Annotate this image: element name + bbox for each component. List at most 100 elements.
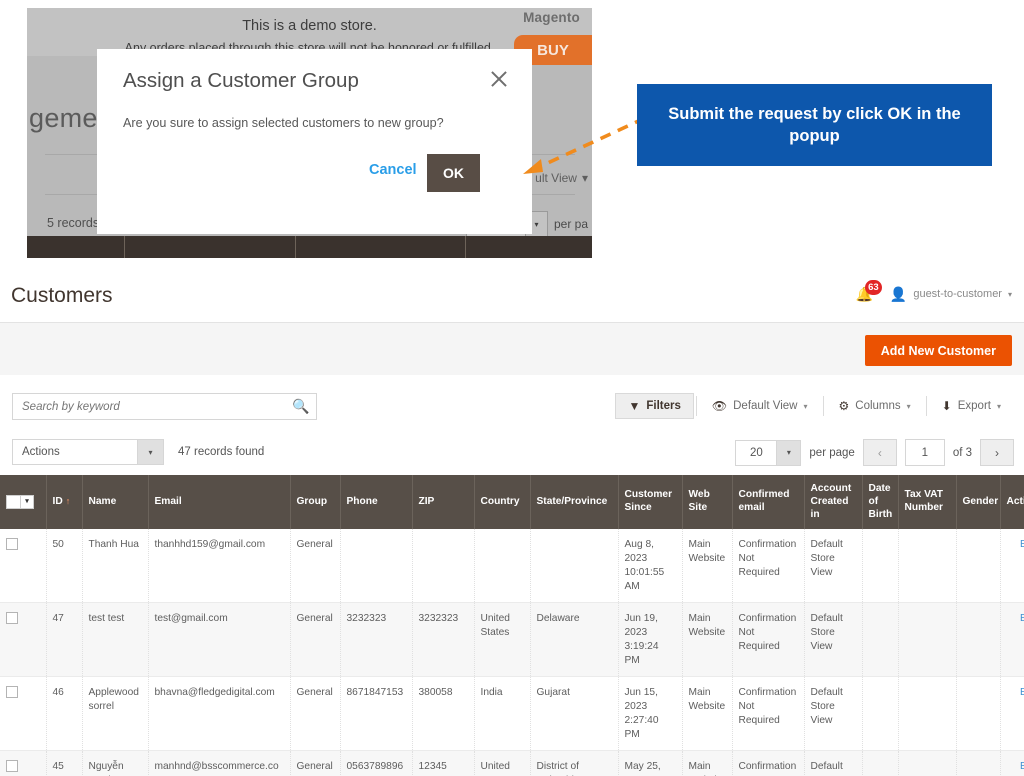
download-icon: ⬇ [941,399,952,413]
column-header-gender[interactable]: Gender [956,475,1001,530]
cell-action[interactable]: Edit [1000,602,1024,678]
modal-message: Are you sure to assign selected customer… [123,116,444,130]
table-row[interactable]: 50 Thanh Hua thanhhd159@gmail.com General Au… [0,529,1024,604]
cell-phone: 8671847153 [340,676,413,752]
demo-banner-line1: This is a demo store. [242,18,377,34]
edit-link[interactable]: Edit [1020,613,1024,624]
cell-country: United States [474,602,531,678]
column-header-account_created_in[interactable]: Account Created in [804,475,863,530]
cell-id: 50 [46,529,83,604]
column-header-id[interactable]: ID ↑ [46,475,83,530]
column-header-date_of_birth[interactable]: Date of Birth [862,475,899,530]
column-header-state[interactable]: State/Province [530,475,619,530]
filters-button[interactable]: ▼ Filters [615,393,694,419]
table-row[interactable]: 46 Applewood sorrel bhavna@fledgedigital.c… [0,676,1024,752]
edit-link[interactable]: Edit [1020,539,1024,550]
export-button[interactable]: ⬇ Export ▾ [929,393,1014,419]
column-header-email[interactable]: Email [148,475,291,530]
column-header-zip[interactable]: ZIP [412,475,475,530]
annotation-submit-request: Submit the request by click OK in the po… [637,84,992,166]
table-row[interactable]: 45Nguyễn Mạnhmanhnd@bsscommerce.comGener… [0,750,1024,776]
cell-checkbox[interactable] [0,602,47,678]
default-view-button[interactable]: 👁 Default View ▾ [699,393,821,419]
cell-phone: 0563789896 [340,750,413,776]
cell-checkbox[interactable] [0,529,47,604]
previous-page-button[interactable]: ‹ [862,439,897,466]
cell-email: thanhhd159@gmail.com [148,529,291,604]
column-header-action[interactable]: Action [1000,475,1024,530]
column-header-name[interactable]: Name [82,475,149,530]
notification-count-badge: 63 [864,280,882,295]
column-header-country[interactable]: Country [474,475,531,530]
row-checkbox[interactable] [6,760,18,773]
cell-checkbox[interactable] [0,676,47,752]
cell-name: test test [82,602,149,678]
edit-link[interactable]: Edit [1020,687,1024,698]
cell-gender [956,529,1001,604]
actions-dropdown[interactable]: Actions ▾ [12,439,164,465]
cell-confirmed_email: Confirmation Not Required [732,529,805,604]
cell-phone [340,529,413,604]
cell-country [474,529,531,604]
user-menu[interactable]: 👤 guest-to-customer ▾ [890,286,1012,303]
cell-action[interactable]: Edit [1000,750,1024,776]
cancel-button[interactable]: Cancel [369,162,417,178]
column-header-group[interactable]: Group [290,475,341,530]
notifications-button[interactable]: 🔔 63 [856,280,882,304]
search-input[interactable] [13,399,286,414]
column-header-label: Group [296,495,328,507]
cell-confirmed_email: Confirmation Not Required [732,676,805,752]
edit-link[interactable]: Edit [1020,761,1024,772]
records-found-label: 47 records found [178,446,265,458]
row-checkbox[interactable] [6,686,18,699]
column-header-label: Country [480,495,520,507]
total-pages-label: of 3 [952,446,972,459]
chevron-down-icon: ▾ [996,401,1001,411]
cell-action[interactable]: Edit [1000,529,1024,604]
next-page-button[interactable]: › [980,439,1014,466]
column-header-checkbox[interactable]: ▾ [0,475,47,530]
cell-checkbox[interactable] [0,750,47,776]
cell-tax_vat_number [898,602,957,678]
column-header-web_site[interactable]: Web Site [682,475,733,530]
sort-ascending-icon: ↑ [65,495,71,506]
columns-button[interactable]: ⚙ Columns ▾ [826,393,924,419]
chevron-down-icon[interactable]: ▾ [137,440,163,464]
export-label: Export [957,400,991,412]
annotation-submit-text: Submit the request by click OK in the po… [668,104,961,145]
column-header-phone[interactable]: Phone [340,475,413,530]
page-number-input[interactable] [904,439,945,466]
customers-grid: ▾ ID ↑ Name Email Group Phone ZIP Country State/P… [0,475,1024,776]
row-checkbox[interactable] [6,612,18,625]
row-checkbox[interactable] [6,538,18,551]
eye-icon: 👁 [711,399,728,413]
ok-button[interactable]: OK [427,154,480,192]
table-row[interactable]: 47 test test test@gmail.com General 3232323 3… [0,602,1024,678]
add-new-customer-button[interactable]: Add New Customer [864,335,1012,366]
close-icon[interactable] [488,68,510,90]
cell-date_of_birth [862,529,899,604]
per-page-label: per page [809,446,855,459]
per-page-dropdown[interactable]: 20 ▾ [735,439,802,466]
cell-date_of_birth [862,602,899,678]
cell-tax_vat_number [898,750,957,776]
user-avatar-icon: 👤 [889,285,908,302]
cell-action[interactable]: Edit [1000,676,1024,752]
header-actions: 🔔 63 👤 guest-to-customer ▾ [856,280,1012,304]
select-all-checkbox[interactable]: ▾ [6,495,40,510]
cell-state: District of Columbia [530,750,619,776]
column-header-tax_vat_number[interactable]: Tax VAT Number [898,475,957,530]
column-header-label: Gender [962,495,999,507]
search-box[interactable]: 🔍 [12,393,317,420]
cell-group: General [290,529,341,604]
search-icon[interactable]: 🔍 [286,398,316,415]
checkbox-box[interactable] [6,495,21,510]
chevron-down-icon[interactable]: ▾ [776,440,801,465]
chevron-down-icon[interactable]: ▾ [21,495,34,510]
cell-email: test@gmail.com [148,602,291,678]
magento-logo-text: Magento [523,10,580,25]
column-header-customer_since[interactable]: Customer Since [618,475,683,530]
column-header-confirmed_email[interactable]: Confirmed email [732,475,805,530]
cell-account_created_in: Default Store View [804,750,863,776]
grid-toolbar: 🔍 ▼ Filters 👁 Default View ▾ ⚙ Columns ▾ [0,375,1024,429]
